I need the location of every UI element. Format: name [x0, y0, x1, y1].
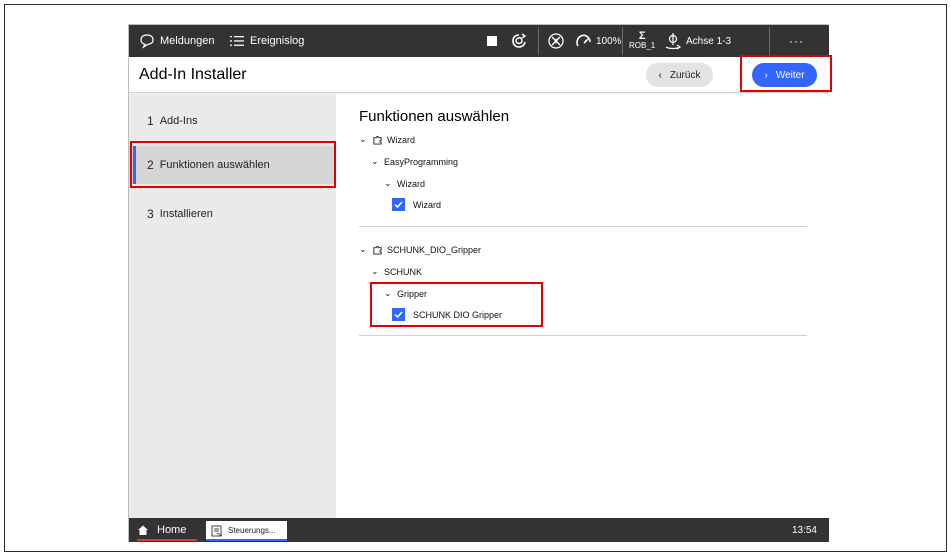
tree-label: Wizard	[397, 178, 426, 189]
more-menu-button[interactable]: ···	[789, 25, 804, 57]
eventlog-label: Ereignislog	[250, 35, 305, 47]
mechanical-unit-selector[interactable]: Σ ROB_1	[629, 25, 655, 57]
divider	[359, 335, 807, 336]
status-bar: Meldungen Ereignislog 100% Σ ROB_1 Achse…	[129, 25, 829, 57]
messages-button[interactable]: Meldungen	[139, 25, 214, 57]
home-active-indicator	[137, 539, 197, 541]
taskbar: Home Steuerungs... 13:54	[129, 518, 829, 542]
tree-node-category[interactable]: ⌄ EasyProgramming	[371, 156, 458, 167]
step-install[interactable]: 3 Installieren	[129, 195, 336, 233]
step-add-ins[interactable]: 1 Add-Ins	[129, 102, 336, 140]
more-icon: ···	[789, 34, 804, 48]
speed-indicator[interactable]: 100%	[575, 25, 622, 57]
axes-selector[interactable]: Achse 1-3	[663, 25, 731, 57]
home-icon	[138, 525, 148, 535]
function-checkbox-wizard[interactable]: Wizard	[392, 198, 441, 211]
controller-app-icon	[211, 525, 223, 536]
highlight-next-button	[740, 55, 832, 92]
sigma-icon: Σ	[638, 30, 646, 42]
chevron-down-icon: ⌄	[371, 156, 379, 166]
function-label: Wizard	[413, 199, 442, 210]
axis-icon	[665, 33, 682, 50]
highlight-active-step	[130, 141, 336, 188]
eventlog-button[interactable]: Ereignislog	[229, 25, 304, 57]
step-label: Add-Ins	[159, 115, 198, 127]
clock: 13:54	[791, 524, 817, 536]
step-label: Installieren	[159, 208, 213, 220]
divider	[359, 226, 807, 227]
tree-label: SCHUNK_DIO_Gripper	[387, 244, 482, 255]
page-title: Add-In Installer	[139, 66, 247, 83]
tree-label: Wizard	[387, 134, 416, 145]
app-header: Add-In Installer ‹ Zurück › Weiter	[129, 57, 829, 93]
section-title: Funktionen auswählen	[359, 108, 510, 125]
speed-label: 100%	[596, 35, 622, 47]
stop-icon[interactable]	[486, 25, 498, 57]
tree-node-subcategory[interactable]: ⌄ Wizard	[384, 178, 425, 189]
step-number: 3	[147, 207, 154, 221]
back-label: Zurück	[669, 69, 701, 81]
chevron-down-icon: ⌄	[359, 134, 367, 144]
robot-label: ROB_1	[629, 41, 656, 50]
run-mode-icon[interactable]	[510, 25, 528, 57]
messages-label: Meldungen	[160, 35, 215, 47]
list-icon	[230, 36, 244, 46]
task-controller-app[interactable]: Steuerungs...	[206, 521, 287, 540]
motors-off-icon[interactable]	[547, 25, 565, 57]
chat-bubble-icon	[140, 34, 154, 49]
chevron-left-icon: ‹	[658, 69, 662, 81]
tree-label: SCHUNK	[384, 266, 423, 277]
chevron-down-icon: ⌄	[371, 266, 379, 276]
tree-node-package-schunk[interactable]: ⌄ SCHUNK_DIO_Gripper	[359, 244, 481, 255]
task-label: Steuerungs...	[228, 526, 276, 535]
puzzle-icon	[373, 135, 382, 145]
chevron-down-icon: ⌄	[384, 178, 392, 188]
home-label: Home	[157, 524, 187, 536]
tree-label: EasyProgramming	[384, 156, 459, 167]
task-active-indicator	[206, 539, 287, 541]
axes-label: Achse 1-3	[686, 35, 732, 47]
gauge-icon	[576, 34, 591, 47]
puzzle-icon	[373, 245, 382, 255]
tree-node-package-wizard[interactable]: ⌄ Wizard	[359, 134, 415, 145]
back-button[interactable]: ‹ Zurück	[646, 63, 713, 87]
step-number: 1	[147, 114, 154, 128]
highlight-gripper-function	[370, 282, 543, 327]
checkbox-checked-icon	[392, 198, 405, 211]
chevron-down-icon: ⌄	[359, 244, 367, 254]
tree-node-category[interactable]: ⌄ SCHUNK	[371, 266, 422, 277]
